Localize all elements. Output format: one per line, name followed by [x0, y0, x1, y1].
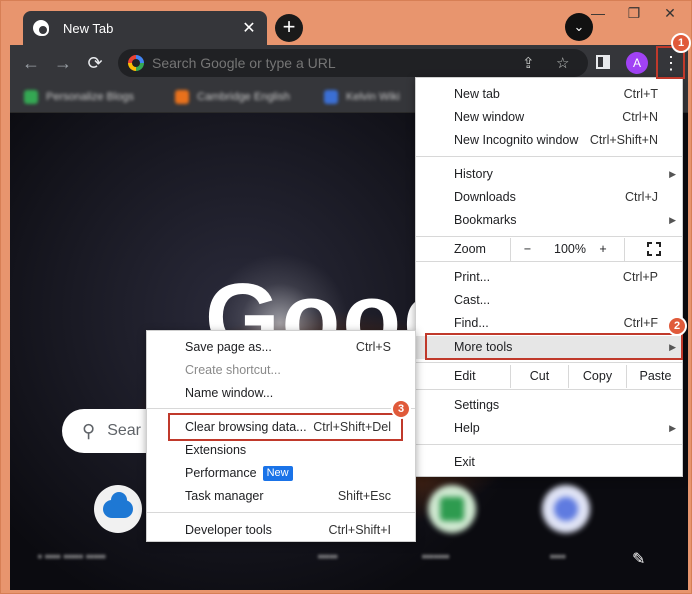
- shortcut-label: ▪▪▪▪▪: [318, 551, 338, 563]
- menu-separator: [147, 512, 415, 513]
- menu-item-exit[interactable]: Exit: [416, 451, 682, 474]
- submenu-item-create-shortcut[interactable]: Create shortcut...: [147, 359, 415, 382]
- bookmark-favicon-icon: [175, 90, 189, 104]
- omnibox[interactable]: ⇪ ☆: [118, 49, 588, 77]
- menu-separator: [416, 236, 682, 237]
- ntp-search-placeholder: Sear: [107, 422, 141, 439]
- menu-separator: [416, 261, 682, 262]
- chrome-icon: [33, 20, 49, 36]
- menu-separator: [416, 156, 682, 157]
- step-badge-3: 3: [391, 399, 411, 419]
- tab-new-tab[interactable]: New Tab ✕: [23, 11, 267, 45]
- menu-item-print[interactable]: Print... Ctrl+P: [416, 266, 682, 289]
- customize-pencil-icon[interactable]: ✎: [632, 549, 645, 569]
- chrome-main-menu: New tab Ctrl+T New window Ctrl+N New Inc…: [415, 77, 683, 477]
- google-icon: [128, 55, 144, 71]
- shortcut-label: ▪▪▪▪▪▪▪: [422, 551, 450, 563]
- submenu-arrow-icon: ▶: [669, 169, 676, 179]
- menu-item-new-window[interactable]: New window Ctrl+N: [416, 106, 682, 129]
- menu-item-downloads[interactable]: Downloads Ctrl+J: [416, 186, 682, 209]
- tab-title: New Tab: [63, 20, 114, 36]
- bookmark-favicon-icon: [324, 90, 338, 104]
- shortcut-tile[interactable]: [428, 485, 476, 533]
- menu-separator: [147, 408, 415, 409]
- highlight-more-tools-box: [425, 333, 683, 360]
- menu-item-zoom: Zoom − 100% +: [416, 238, 682, 261]
- submenu-arrow-icon: ▶: [669, 215, 676, 225]
- menu-item-settings[interactable]: Settings: [416, 394, 682, 417]
- menu-item-new-incognito[interactable]: New Incognito window Ctrl+Shift+N: [416, 129, 682, 152]
- maximize-icon[interactable]: ❐: [620, 5, 648, 22]
- fullscreen-icon: [647, 242, 661, 256]
- submenu-item-extensions[interactable]: Extensions: [147, 439, 415, 462]
- bookmark-item[interactable]: Cambridge English: [175, 89, 290, 105]
- menu-item-new-tab[interactable]: New tab Ctrl+T: [416, 83, 682, 106]
- shortcut-tile[interactable]: [542, 485, 590, 533]
- minimize-icon[interactable]: —: [584, 5, 612, 21]
- star-icon[interactable]: ☆: [556, 54, 569, 72]
- search-icon: ⚲: [82, 420, 96, 441]
- step-badge-1: 1: [671, 33, 691, 53]
- menu-item-history[interactable]: History ▶: [416, 163, 682, 186]
- zoom-in-button[interactable]: +: [588, 238, 618, 261]
- back-icon[interactable]: ←: [20, 52, 42, 74]
- bookmark-favicon-icon: [24, 90, 38, 104]
- bookmark-item[interactable]: Personalize Blogs: [24, 89, 134, 105]
- new-tab-button[interactable]: +: [275, 14, 303, 42]
- toolbar: ← → ⟳ ⇪ ☆ A ⋮: [10, 45, 688, 81]
- menu-separator: [416, 444, 682, 445]
- menu-item-edit: Edit Cut Copy Paste: [416, 365, 682, 388]
- side-panel-icon[interactable]: [596, 55, 610, 69]
- submenu-arrow-icon: ▶: [669, 423, 676, 433]
- edit-paste-button[interactable]: Paste: [626, 365, 684, 388]
- shortcut-label: ▪ ▪▪▪▪ ▪▪▪▪▪ ▪▪▪▪▪: [38, 551, 106, 563]
- cloud-icon: [103, 492, 133, 518]
- avatar[interactable]: A: [626, 52, 648, 74]
- submenu-item-save-page[interactable]: Save page as... Ctrl+S: [147, 336, 415, 359]
- window-close-icon[interactable]: ✕: [656, 5, 684, 22]
- step-badge-2: 2: [667, 316, 687, 336]
- submenu-item-task-manager[interactable]: Task manager Shift+Esc: [147, 485, 415, 508]
- menu-item-help[interactable]: Help ▶: [416, 417, 682, 440]
- screenshot-frame: New Tab ✕ + ⌄ — ❐ ✕ ← → ⟳ ⇪ ☆ A ⋮ Person…: [0, 0, 692, 594]
- highlight-clear-browsing-box: [168, 413, 403, 441]
- menu-item-find[interactable]: Find... Ctrl+F: [416, 312, 682, 335]
- menu-separator: [416, 389, 682, 390]
- menu-separator: [416, 362, 682, 363]
- edit-copy-button[interactable]: Copy: [568, 365, 626, 388]
- menu-item-bookmarks[interactable]: Bookmarks ▶: [416, 209, 682, 232]
- new-badge: New: [262, 466, 293, 482]
- edit-cut-button[interactable]: Cut: [510, 365, 568, 388]
- fullscreen-button[interactable]: [624, 238, 684, 261]
- tab-close-icon[interactable]: ✕: [241, 18, 257, 38]
- title-bar: New Tab ✕ + ⌄ — ❐ ✕: [10, 1, 691, 45]
- submenu-item-name-window[interactable]: Name window...: [147, 382, 415, 405]
- menu-item-cast[interactable]: Cast...: [416, 289, 682, 312]
- share-icon[interactable]: ⇪: [522, 54, 535, 72]
- shortcut-onedrive[interactable]: [94, 485, 142, 533]
- omnibox-input[interactable]: [152, 55, 512, 71]
- shortcut-label: ▪▪▪▪: [550, 551, 566, 563]
- submenu-item-performance[interactable]: Performance New: [147, 462, 415, 485]
- reload-icon[interactable]: ⟳: [84, 52, 106, 74]
- submenu-item-developer-tools[interactable]: Developer tools Ctrl+Shift+I: [147, 519, 415, 542]
- bookmark-item[interactable]: Kelvin Wiki: [324, 89, 400, 105]
- forward-icon[interactable]: →: [52, 52, 74, 74]
- zoom-out-button[interactable]: −: [510, 238, 544, 261]
